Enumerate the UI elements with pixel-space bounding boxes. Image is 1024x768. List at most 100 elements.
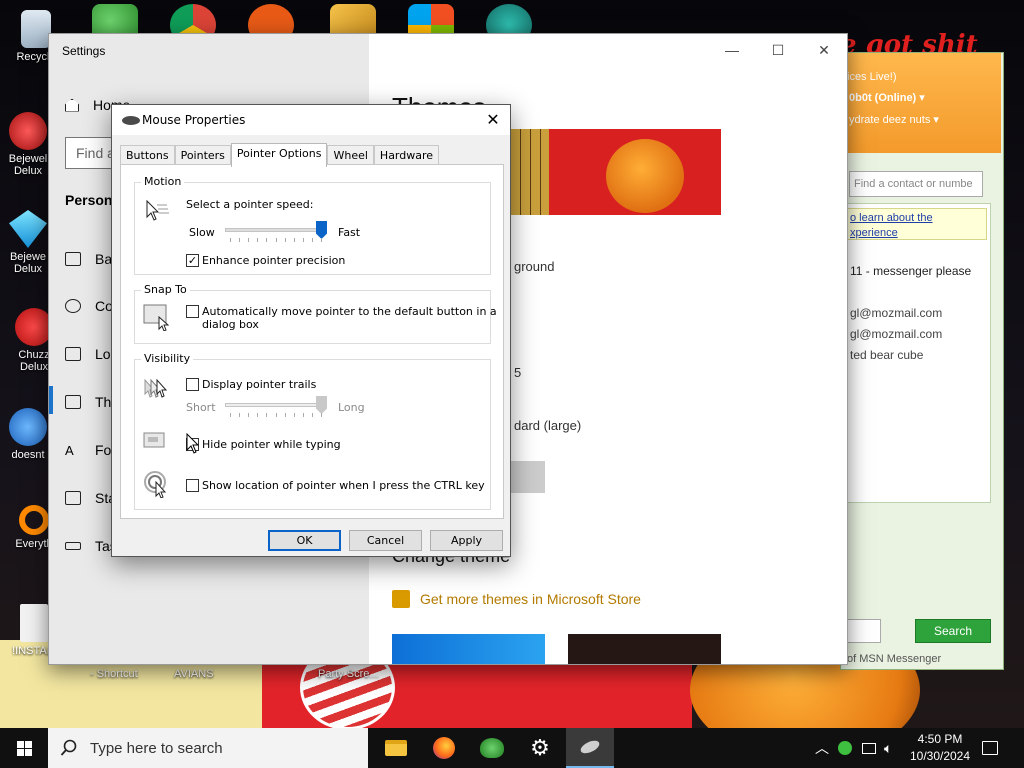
home-icon	[65, 98, 79, 112]
file-explorer-taskbar-button[interactable]	[372, 728, 420, 768]
firefox-taskbar-button[interactable]	[420, 728, 468, 768]
theme-thumbnail-1[interactable]	[392, 634, 545, 664]
messenger-status[interactable]: 0b0t (Online) ▾	[849, 91, 925, 104]
theme-thumbnail-2[interactable]	[568, 634, 721, 664]
mouse-properties-taskbar-button[interactable]	[566, 728, 614, 768]
slider-tick	[257, 413, 259, 417]
snap-to-checkbox[interactable]	[186, 305, 199, 318]
messenger-personal-message[interactable]: ydrate deez nuts ▾	[849, 113, 939, 126]
messenger-note-line-2: xperience	[850, 227, 898, 239]
sidebar-item-taskbar[interactable]: Tas	[65, 538, 117, 554]
shortcut-label-3[interactable]: Party Scre...	[318, 668, 379, 680]
volume-tray-icon[interactable]: 🔈︎	[884, 728, 892, 768]
visibility-group: Visibility Display pointer trails Short …	[134, 352, 491, 510]
gem-blue-icon	[9, 210, 47, 248]
preview-grid	[511, 129, 549, 215]
shortcut-label-1[interactable]: - Shortcut	[90, 668, 138, 680]
magnifier-orange-icon	[19, 505, 49, 535]
slider-tick	[239, 413, 241, 417]
speaker-icon: 🔈︎	[884, 739, 893, 756]
mouse-icon	[578, 738, 602, 756]
snap-to-label-line-2: dialog box	[202, 318, 259, 331]
desktop-icon-label: Chuzz Delux	[18, 349, 50, 373]
pointer-speed-slider-thumb[interactable]	[316, 221, 327, 239]
network-icon	[862, 742, 876, 754]
slider-tick	[311, 238, 313, 242]
messenger-item[interactable]: ted bear cube	[850, 348, 923, 362]
taskbar-clock[interactable]: 4:50 PM 10/30/2024	[900, 731, 980, 765]
store-link-label: Get more themes in Microsoft Store	[420, 591, 641, 607]
messenger-taskbar-button[interactable]	[468, 728, 516, 768]
taskbar-search-box[interactable]: Type here to search	[48, 728, 368, 768]
windows-logo-icon	[16, 740, 32, 756]
slider-tick	[230, 413, 231, 417]
messenger-find-contact-input[interactable]: Find a contact or numbe	[849, 171, 983, 197]
pointer-speed-slider-track[interactable]	[225, 228, 327, 232]
show-location-checkbox[interactable]	[186, 479, 199, 492]
sidebar-item-lock-screen[interactable]: Lo	[65, 346, 111, 362]
slider-tick	[248, 238, 250, 242]
font-icon: A	[65, 442, 74, 458]
close-button[interactable]: ✕	[801, 34, 847, 66]
messenger-tray-glyph-icon	[838, 741, 852, 755]
snap-to-label-line-1: Automatically move pointer to the defaul…	[202, 305, 497, 318]
tab-pointers[interactable]: Pointers	[174, 145, 231, 165]
apply-button[interactable]: Apply	[430, 530, 503, 551]
tab-pointer-options[interactable]: Pointer Options	[230, 143, 328, 167]
trail-length-slider-track	[225, 403, 327, 407]
dialog-close-button[interactable]: ✕	[482, 109, 504, 131]
messenger-item[interactable]: gl@mozmail.com	[850, 327, 942, 341]
slider-tick	[321, 238, 322, 242]
store-link[interactable]: Get more themes in Microsoft Store	[392, 590, 641, 608]
start-button[interactable]	[0, 728, 48, 768]
sidebar-item-label: Ba	[95, 251, 113, 267]
clock-time: 4:50 PM	[917, 732, 963, 746]
messenger-footer: of MSN Messenger	[847, 653, 942, 665]
sidebar-item-colors[interactable]: Co	[65, 298, 113, 314]
tab-hardware[interactable]: Hardware	[373, 145, 440, 165]
visibility-group-label: Visibility	[141, 352, 194, 365]
slider-tick	[284, 238, 286, 242]
slider-tick	[293, 238, 295, 242]
messenger-tray-icon[interactable]	[838, 728, 852, 768]
clock-date: 10/30/2024	[909, 749, 971, 763]
messenger-info-note[interactable]: o learn about the xperience	[847, 208, 987, 240]
messenger-contact-panel: o learn about the xperience 11 - messeng…	[841, 203, 991, 503]
sidebar-item-start[interactable]: Sta	[65, 490, 116, 506]
minimize-button[interactable]: —	[709, 34, 755, 66]
enhance-precision-checkbox[interactable]: ✓	[186, 254, 199, 267]
messenger-search-button[interactable]: Search	[915, 619, 991, 643]
settings-taskbar-button[interactable]: ⚙	[516, 728, 564, 768]
cancel-button[interactable]: Cancel	[349, 530, 422, 551]
notifications-button[interactable]	[982, 728, 998, 768]
sidebar-item-background[interactable]: Ba	[65, 251, 112, 267]
pointer-trails-checkbox[interactable]	[186, 378, 199, 391]
messenger-item[interactable]: gl@mozmail.com	[850, 306, 942, 320]
slider-tick	[266, 238, 268, 242]
network-tray-icon[interactable]	[862, 728, 876, 768]
taskbar-icon	[65, 542, 81, 550]
messenger-item[interactable]: 11 - messenger please	[850, 264, 971, 278]
sidebar-item-themes[interactable]: Th	[65, 394, 111, 410]
tab-buttons[interactable]: Buttons	[120, 145, 175, 165]
theme-background-value[interactable]: ground	[514, 259, 554, 274]
tab-wheel[interactable]: Wheel	[327, 145, 374, 165]
show-hidden-icons-button[interactable]: ︿	[815, 728, 829, 768]
motion-group: Motion Select a pointer speed: Slow Fast…	[134, 175, 491, 275]
document-icon	[20, 604, 48, 642]
theme-sound-value[interactable]: 5	[514, 365, 521, 380]
messenger-service-label: ices Live!)	[847, 71, 897, 83]
theme-cursor-value[interactable]: dard (large)	[514, 418, 581, 433]
snap-to-group-label: Snap To	[141, 283, 190, 296]
pointer-trails-icon	[144, 378, 168, 398]
shortcut-label-2[interactable]: AVIANS	[174, 668, 214, 680]
chevron-up-icon: ︿	[815, 740, 829, 756]
dialog-titlebar[interactable]: Mouse Properties ✕	[112, 105, 510, 135]
cancel-button-label: Cancel	[366, 534, 405, 547]
slider-fast-label: Fast	[338, 226, 361, 239]
sidebar-item-fonts[interactable]: A Fo	[65, 442, 111, 458]
blue-bird-icon	[9, 408, 47, 446]
maximize-button[interactable]: ☐	[755, 34, 801, 66]
ok-button[interactable]: OK	[268, 530, 341, 551]
save-theme-button[interactable]	[511, 461, 545, 493]
